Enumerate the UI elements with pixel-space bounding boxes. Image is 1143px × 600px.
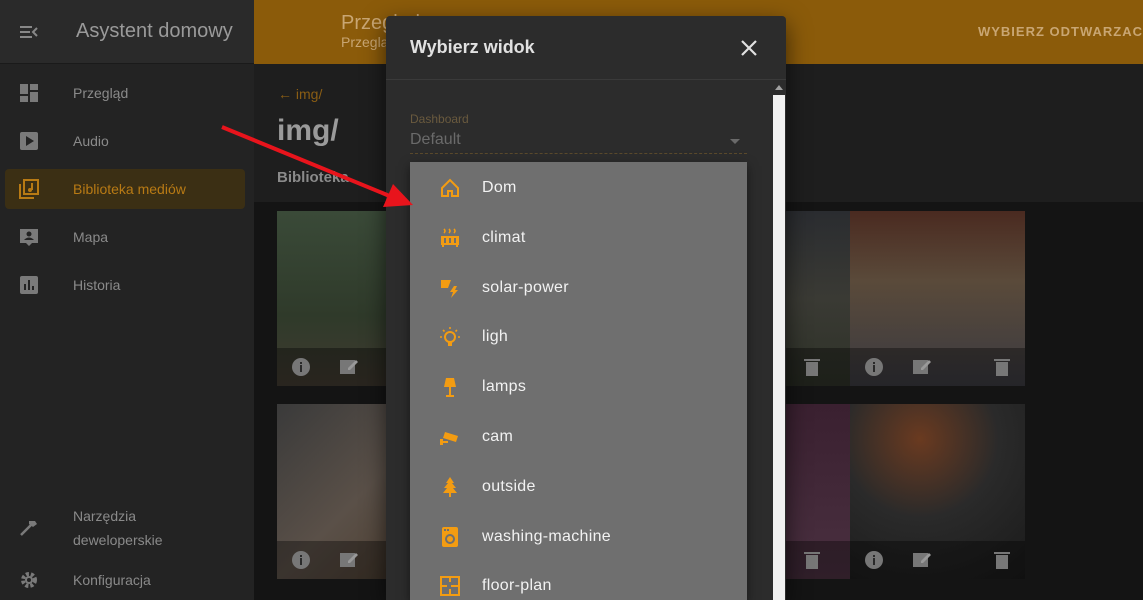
dialog-title: Wybierz widok (410, 37, 535, 57)
menu-item-lamps[interactable]: lamps (410, 362, 747, 412)
washing-machine-icon (442, 527, 458, 547)
pine-tree-icon (443, 477, 457, 497)
menu-item-climat[interactable]: climat (410, 213, 747, 263)
menu-item-outside[interactable]: outside (410, 462, 747, 512)
scroll-up-arrow-icon[interactable] (775, 85, 783, 90)
menu-item-label: solar-power (482, 279, 569, 296)
field-underline (410, 153, 747, 154)
sidebar-item-audio[interactable]: Audio (5, 121, 245, 161)
app-root: Asystent domowy Przegląd Audio Bibliotek… (0, 0, 1143, 600)
dialog-header: Wybierz widok (386, 16, 786, 80)
edit-image-icon[interactable] (338, 549, 360, 571)
info-icon[interactable] (863, 549, 885, 571)
sidebar-item-label: Biblioteka mediów (73, 181, 186, 197)
sidebar-item-label: Mapa (73, 229, 109, 245)
menu-item-washing-machine[interactable]: washing-machine (410, 512, 747, 562)
menu-item-label: ligh (482, 328, 509, 345)
menu-item-dom[interactable]: Dom (410, 163, 747, 213)
menu-collapse-icon (20, 25, 38, 38)
media-tile[interactable] (850, 404, 1025, 579)
delete-icon[interactable] (991, 356, 1013, 378)
sidebar-header: Asystent domowy (0, 0, 254, 64)
edit-image-icon[interactable] (911, 549, 933, 571)
dialog-scrollbar[interactable] (772, 81, 786, 600)
menu-toggle-button[interactable] (0, 0, 58, 64)
lightbulb-icon (440, 327, 460, 346)
edit-image-icon[interactable] (338, 356, 360, 378)
sidebar-item-narzedzia[interactable]: Narzędzia deweloperskie (5, 504, 245, 552)
delete-icon[interactable] (801, 549, 823, 571)
hammer-icon (20, 521, 37, 536)
radiator-icon (441, 228, 459, 247)
sidebar-item-biblioteka[interactable]: Biblioteka mediów (5, 169, 245, 209)
menu-item-floor-plan[interactable]: floor-plan (410, 561, 747, 600)
sidebar-item-label-line2: deweloperskie (73, 532, 163, 548)
map-person-icon (20, 229, 38, 246)
info-icon[interactable] (863, 356, 885, 378)
menu-item-label: washing-machine (482, 528, 612, 545)
menu-item-ligh[interactable]: ligh (410, 312, 747, 362)
cctv-icon (440, 432, 458, 445)
sidebar-item-label: Przegląd (73, 85, 129, 101)
solar-power-icon (441, 280, 458, 298)
back-link-label: img/ (295, 86, 323, 102)
media-tile[interactable] (850, 211, 1025, 386)
dashboard-select-label: Dashboard (410, 112, 469, 126)
menu-item-label: Dom (482, 179, 517, 196)
sidebar-item-label-group: Narzędzia deweloperskie (73, 504, 163, 552)
gear-icon (21, 572, 37, 588)
sidebar-item-label: Historia (73, 277, 121, 293)
menu-item-label: floor-plan (482, 577, 552, 594)
dashboard-select-value: Default (410, 131, 461, 148)
close-icon[interactable] (740, 39, 758, 57)
menu-item-label: outside (482, 478, 536, 495)
app-title: Asystent domowy (76, 20, 233, 42)
play-box-icon (20, 132, 38, 150)
edit-image-icon[interactable] (911, 356, 933, 378)
sidebar-item-konfiguracja[interactable]: Konfiguracja (5, 560, 245, 600)
home-icon (441, 178, 459, 197)
sidebar-item-historia[interactable]: Historia (5, 265, 245, 305)
choose-player-button[interactable]: WYBIERZ ODTWARZAC (978, 24, 1143, 39)
back-link[interactable]: ← img/ (278, 86, 322, 102)
media-library-icon (19, 179, 39, 199)
floor-lamp-icon (444, 378, 456, 397)
dashboard-icon (20, 84, 38, 102)
arrow-left-icon: ← (278, 86, 296, 102)
chart-box-icon (20, 276, 38, 294)
sidebar: Asystent domowy Przegląd Audio Bibliotek… (0, 0, 254, 600)
menu-item-solar-power[interactable]: solar-power (410, 263, 747, 313)
dashboard-dropdown-menu: Dom climat solar-power ligh lamps cam ou… (410, 162, 747, 600)
delete-icon[interactable] (991, 549, 1013, 571)
sidebar-item-label: Narzędzia (73, 508, 137, 524)
menu-item-cam[interactable]: cam (410, 412, 747, 462)
menu-item-label: climat (482, 229, 526, 246)
menu-item-label: lamps (482, 378, 527, 395)
info-icon[interactable] (290, 549, 312, 571)
sidebar-item-label: Audio (73, 133, 109, 149)
floor-plan-icon (440, 576, 460, 596)
menu-item-label: cam (482, 428, 514, 445)
delete-icon[interactable] (801, 356, 823, 378)
header-subtitle: Przeglą (341, 34, 389, 50)
sidebar-item-label: Konfiguracja (73, 572, 151, 588)
scroll-thumb[interactable] (773, 95, 785, 600)
info-icon[interactable] (290, 356, 312, 378)
page-title: img/ (277, 114, 339, 147)
section-label: Biblioteka (277, 169, 349, 186)
sidebar-item-mapa[interactable]: Mapa (5, 217, 245, 257)
sidebar-item-przeglad[interactable]: Przegląd (5, 73, 245, 113)
dropdown-caret-icon (730, 139, 740, 144)
